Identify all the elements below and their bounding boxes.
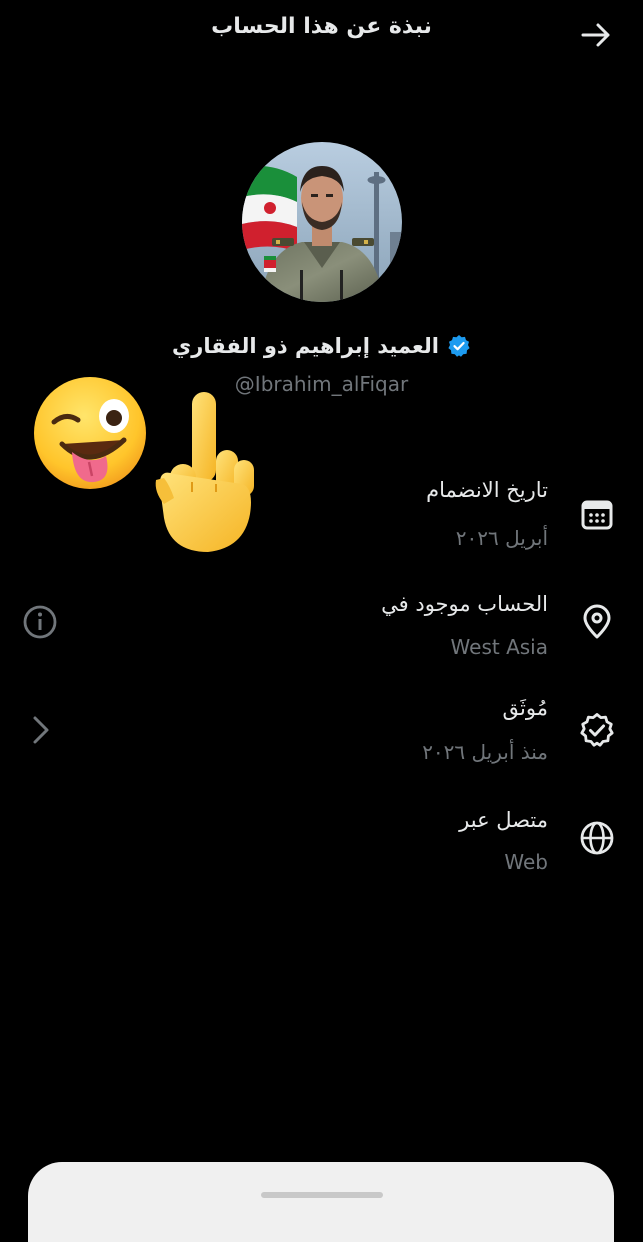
winking-tongue-emoji-icon [32, 376, 150, 494]
avatar[interactable] [242, 142, 402, 302]
join-date-label: تاريخ الانضمام [426, 478, 548, 502]
verified-badge-icon [579, 712, 615, 748]
connected-via-value: Web [504, 850, 548, 874]
info-icon[interactable] [22, 604, 58, 640]
location-value: West Asia [450, 635, 548, 659]
bottom-sheet[interactable] [28, 1162, 614, 1242]
join-date-value: أبريل ٢٠٢٦ [455, 526, 548, 550]
connected-via-label: متصل عبر [459, 808, 548, 832]
calendar-icon [579, 496, 615, 532]
display-name: العميد إبراهيم ذو الفقاري [172, 334, 439, 358]
arrow-right-icon [581, 23, 610, 47]
chevron-left-icon[interactable] [22, 712, 58, 748]
verified-check-icon [448, 335, 470, 357]
location-pin-icon [579, 604, 615, 640]
page-title: نبذة عن هذا الحساب [211, 14, 432, 39]
name-row: العميد إبراهيم ذو الفقاري [0, 334, 643, 358]
verified-value: منذ أبريل ٢٠٢٦ [422, 740, 548, 764]
middle-finger-emoji-icon [152, 388, 258, 558]
bottom-sheet-content [261, 1192, 383, 1198]
globe-icon [579, 820, 615, 856]
back-button[interactable] [579, 18, 613, 52]
location-label: الحساب موجود في [381, 592, 548, 616]
verified-label: مُوثَق [502, 696, 548, 720]
